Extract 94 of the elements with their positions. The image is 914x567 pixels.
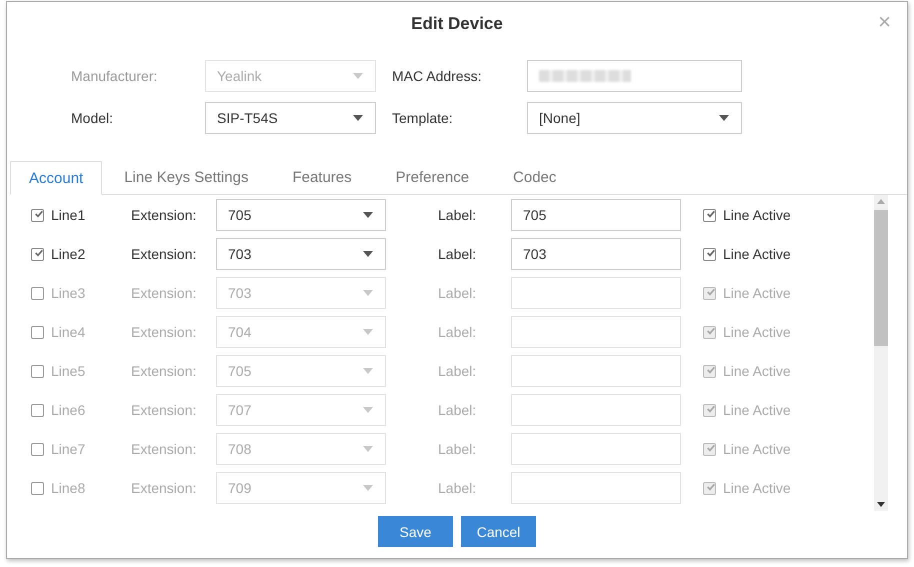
field-label: MAC Address:	[392, 68, 482, 84]
line-name: Line8	[51, 480, 86, 496]
caret-icon	[353, 115, 363, 121]
input-field[interactable]: 703	[511, 238, 681, 270]
tab[interactable]: Preference	[374, 161, 492, 195]
checkbox[interactable]	[703, 404, 716, 416]
dropdown[interactable]: 704	[216, 316, 386, 348]
field-label: Extension:	[131, 402, 198, 418]
field-label: Extension:	[131, 246, 198, 262]
caret-icon	[363, 212, 373, 218]
line-name: Line5	[51, 363, 86, 379]
dialog-title: Edit Device	[411, 14, 503, 35]
cancel-button[interactable]: Cancel	[461, 516, 536, 547]
caret-icon	[363, 290, 373, 296]
checkbox[interactable]	[31, 248, 44, 260]
checkbox[interactable]	[31, 326, 44, 338]
checkbox[interactable]	[703, 286, 716, 300]
field-label: Extension:	[131, 285, 198, 301]
dropdown[interactable]: SIP-T54S	[205, 102, 376, 134]
checkbox[interactable]	[31, 208, 44, 222]
caret-icon	[363, 407, 373, 413]
save-button[interactable]: Save	[378, 516, 453, 547]
close-button[interactable]: ×	[878, 11, 891, 33]
scroll-down-icon[interactable]	[877, 502, 885, 507]
caret-icon	[363, 251, 373, 257]
checkbox[interactable]	[31, 442, 44, 456]
input-field[interactable]	[511, 394, 681, 426]
line-name: Line2	[51, 246, 86, 262]
checkbox-label: Line Active	[723, 441, 791, 457]
field-label: Extension:	[131, 324, 198, 340]
checkbox-label: Line Active	[723, 402, 791, 418]
input-field[interactable]	[511, 472, 681, 504]
line-name: Line3	[51, 285, 86, 301]
caret-icon	[363, 368, 373, 374]
input-field[interactable]: 705	[511, 199, 681, 231]
field-label: Label:	[438, 324, 478, 340]
field-label: Label:	[438, 363, 478, 379]
scroll-up-icon[interactable]	[877, 199, 885, 204]
field-label: Label:	[438, 480, 478, 496]
dropdown[interactable]: 709	[216, 472, 386, 504]
caret-icon	[353, 73, 363, 79]
field-label: Manufacturer:	[71, 68, 158, 84]
scrollbar[interactable]	[874, 195, 888, 511]
line-name: Line4	[51, 324, 86, 340]
checkbox[interactable]	[703, 326, 716, 338]
input-field[interactable]	[511, 277, 681, 309]
dropdown[interactable]: 707	[216, 394, 386, 426]
checkbox-label: Line Active	[723, 246, 791, 262]
dropdown[interactable]: 705	[216, 199, 386, 231]
dropdown[interactable]: [None]	[527, 102, 742, 134]
dropdown[interactable]: 705	[216, 355, 386, 387]
checkbox-label: Line Active	[723, 480, 791, 496]
line-name: Line6	[51, 402, 86, 418]
checkbox[interactable]	[31, 482, 44, 494]
field-label: Label:	[438, 285, 478, 301]
checkbox[interactable]	[703, 364, 716, 378]
checkbox[interactable]	[31, 364, 44, 378]
field-label: Extension:	[131, 207, 198, 223]
tab[interactable]: Account	[10, 161, 102, 195]
input-field[interactable]	[511, 316, 681, 348]
checkbox[interactable]	[703, 482, 716, 494]
field-label: Label:	[438, 402, 478, 418]
input-field[interactable]	[527, 60, 742, 92]
tab[interactable]: Line Keys Settings	[102, 161, 270, 195]
checkbox-label: Line Active	[723, 363, 791, 379]
caret-icon	[363, 329, 373, 335]
input-field[interactable]	[511, 355, 681, 387]
checkbox[interactable]	[31, 286, 44, 300]
dropdown[interactable]: 708	[216, 433, 386, 465]
field-label: Label:	[438, 246, 478, 262]
checkbox-label: Line Active	[723, 324, 791, 340]
checkbox[interactable]	[31, 404, 44, 416]
checkbox[interactable]	[703, 248, 716, 260]
caret-icon	[719, 115, 729, 121]
input-field[interactable]	[511, 433, 681, 465]
dropdown[interactable]: 703	[216, 277, 386, 309]
field-label: Model:	[71, 110, 114, 126]
checkbox[interactable]	[703, 442, 716, 456]
dropdown[interactable]: 703	[216, 238, 386, 270]
field-label: Template:	[392, 110, 454, 126]
field-label: Extension:	[131, 480, 198, 496]
field-label: Label:	[438, 441, 478, 457]
tab[interactable]: Features	[270, 161, 374, 195]
field-label: Label:	[438, 207, 478, 223]
caret-icon	[363, 446, 373, 452]
field-label: Extension:	[131, 363, 198, 379]
field-label: Extension:	[131, 441, 198, 457]
caret-icon	[363, 485, 373, 491]
tab[interactable]: Codec	[491, 161, 578, 195]
line-name: Line1	[51, 207, 86, 223]
checkbox-label: Line Active	[723, 207, 791, 223]
line-name: Line7	[51, 441, 86, 457]
checkbox-label: Line Active	[723, 285, 791, 301]
checkbox[interactable]	[703, 208, 716, 222]
